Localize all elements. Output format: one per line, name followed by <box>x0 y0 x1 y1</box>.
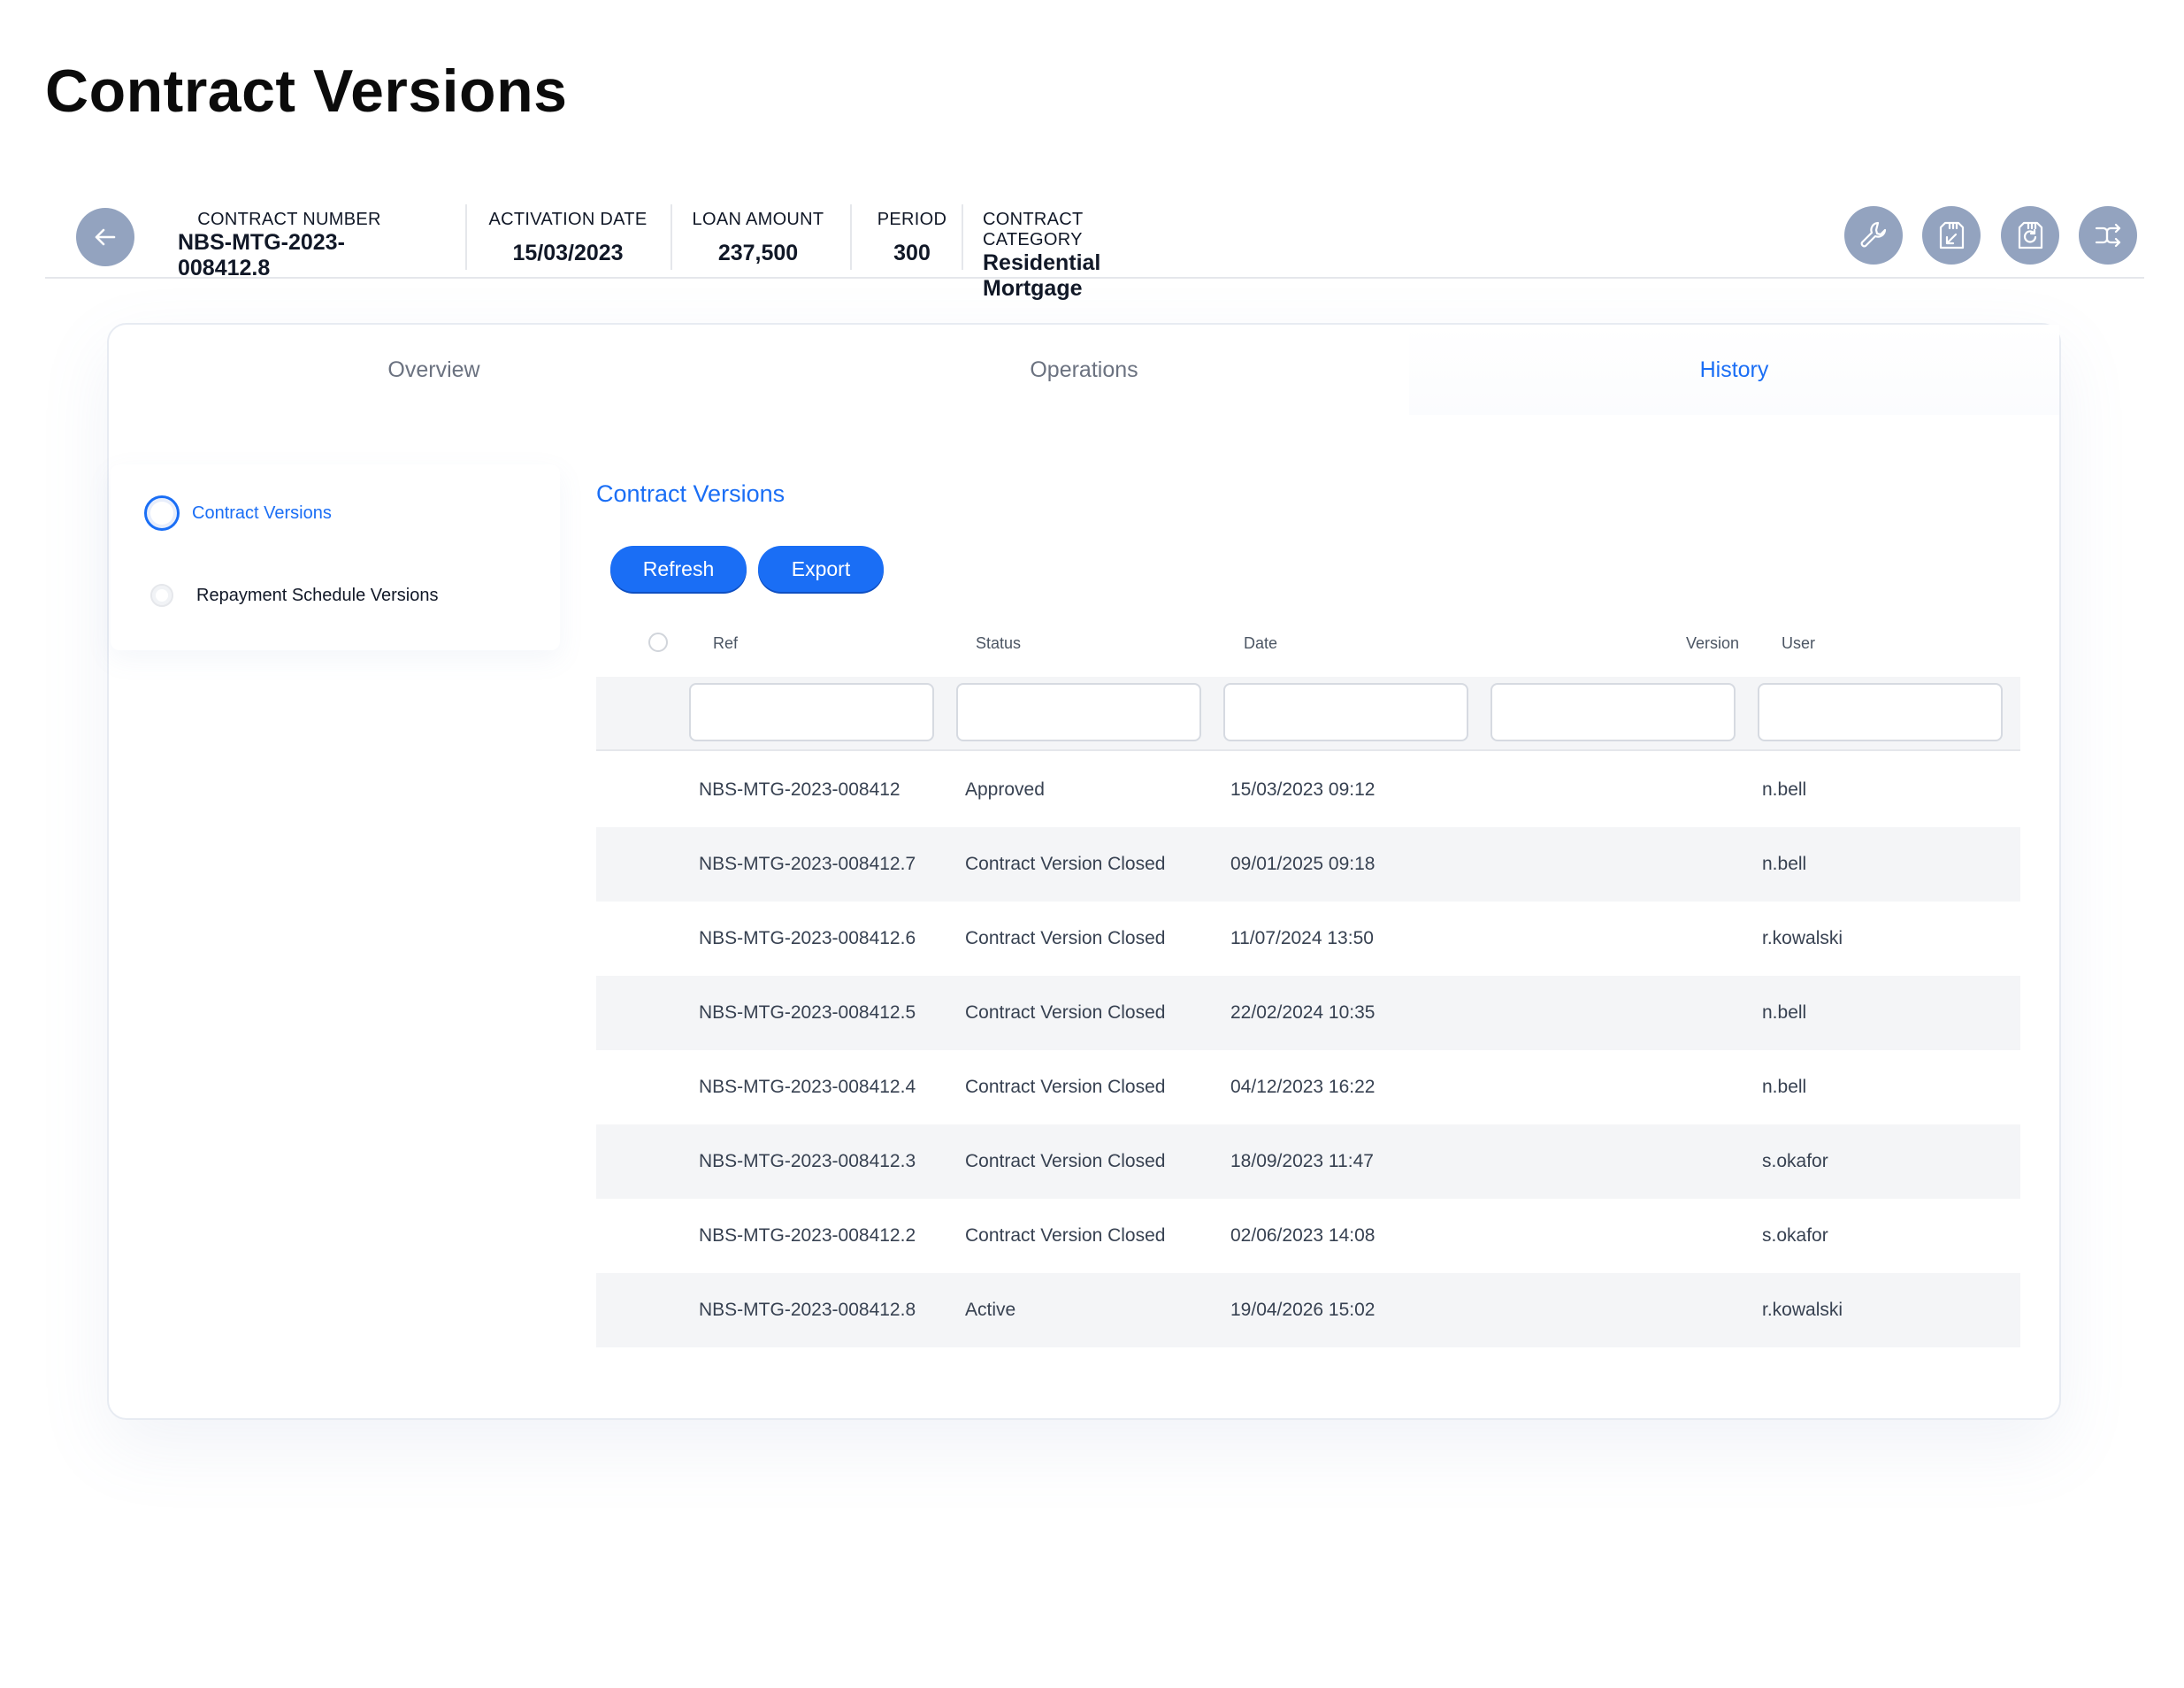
sync-button[interactable] <box>2001 206 2059 265</box>
activation-date-field: ACTIVATION DATE 15/03/2023 <box>484 204 652 270</box>
tab-history[interactable]: History <box>1409 325 2059 415</box>
cell-status: Contract Version Closed <box>965 928 1166 948</box>
header-divider <box>962 204 963 270</box>
sync-icon <box>2018 221 2043 249</box>
tab-operations[interactable]: Operations <box>759 325 1409 415</box>
merge-icon <box>2095 223 2121 248</box>
sidebar-item-repayment-schedule-versions[interactable]: Repayment Schedule Versions <box>144 584 439 607</box>
cell-status: Contract Version Closed <box>965 1151 1166 1171</box>
cell-user: n.bell <box>1762 1002 1807 1023</box>
contract-number-label: CONTRACT NUMBER <box>197 210 381 229</box>
radio-unselected[interactable] <box>150 584 173 607</box>
column-header-date[interactable]: Date <box>1244 634 1277 653</box>
back-button[interactable] <box>76 208 134 266</box>
cell-status: Active <box>965 1300 1016 1320</box>
cell-date: 19/04/2026 15:02 <box>1230 1300 1376 1320</box>
cell-date: 18/09/2023 11:47 <box>1230 1151 1374 1171</box>
table-row[interactable]: NBS-MTG-2023-008412.3 Contract Version Cl… <box>596 1124 2020 1199</box>
page-title: Contract Versions <box>45 58 568 125</box>
column-header-ref[interactable]: Ref <box>713 634 738 653</box>
table-row[interactable]: NBS-MTG-2023-008412.7 Contract Version Cl… <box>596 827 2020 902</box>
cell-date: 22/02/2024 10:35 <box>1230 1002 1376 1023</box>
export-button[interactable]: Export <box>758 546 884 592</box>
cell-ref: NBS-MTG-2023-008412.3 <box>699 1151 916 1171</box>
cell-user: s.okafor <box>1762 1151 1828 1171</box>
table-row[interactable]: NBS-MTG-2023-008412.5 Contract Version Cl… <box>596 976 2020 1050</box>
contract-number-field: CONTRACT NUMBER NBS-MTG-2023-008412.8 <box>178 204 401 280</box>
ref-filter-input[interactable] <box>689 683 934 741</box>
tab-overview[interactable]: Overview <box>109 325 759 415</box>
back-arrow-icon <box>95 228 116 246</box>
period-field: PERIOD 300 <box>868 204 956 270</box>
column-header-status[interactable]: Status <box>976 634 1021 653</box>
cell-user: r.kowalski <box>1762 1300 1843 1320</box>
sidebar-item-label: Contract Versions <box>192 503 332 523</box>
cell-ref: NBS-MTG-2023-008412 <box>699 779 900 800</box>
tab-bar: Overview Operations History <box>109 325 2059 415</box>
header-divider <box>850 204 852 270</box>
sidebar-item-label: Repayment Schedule Versions <box>196 585 439 605</box>
loan-amount-field: LOAN AMOUNT 237,500 <box>687 204 829 270</box>
activation-date-value: 15/03/2023 <box>512 241 624 265</box>
loan-amount-label: LOAN AMOUNT <box>692 210 824 229</box>
status-filter-input[interactable] <box>956 683 1201 741</box>
cell-status: Contract Version Closed <box>965 1077 1166 1097</box>
cell-ref: NBS-MTG-2023-008412.4 <box>699 1077 916 1097</box>
section-title: Contract Versions <box>596 480 785 507</box>
filter-row <box>596 677 2020 751</box>
main-card: Overview Operations History Contract Ver… <box>107 323 2061 1420</box>
cell-user: s.okafor <box>1762 1225 1828 1246</box>
settings-tool-button[interactable] <box>1844 206 1903 265</box>
table-row[interactable]: NBS-MTG-2023-008412.4 Contract Version Cl… <box>596 1050 2020 1124</box>
contract-category-label: CONTRACT CATEGORY <box>983 210 1084 249</box>
contract-header-bar: CONTRACT NUMBER NBS-MTG-2023-008412.8 AC… <box>45 199 2144 301</box>
period-value: 300 <box>893 241 931 265</box>
cell-date: 15/03/2023 09:12 <box>1230 779 1376 800</box>
sidebar-item-contract-versions[interactable]: Contract Versions <box>144 495 332 531</box>
cell-status: Contract Version Closed <box>965 1002 1166 1023</box>
column-header-version[interactable]: Version <box>1686 634 1739 653</box>
date-filter-input[interactable] <box>1223 683 1468 741</box>
cell-user: n.bell <box>1762 1077 1807 1097</box>
cell-date: 11/07/2024 13:50 <box>1230 928 1374 948</box>
contract-number-value: NBS-MTG-2023-008412.8 <box>178 230 345 280</box>
user-filter-input[interactable] <box>1758 683 2003 741</box>
table-row[interactable]: NBS-MTG-2023-008412.8 Active 19/04/2026 15… <box>596 1273 2020 1347</box>
header-divider <box>671 204 672 270</box>
table-row[interactable]: NBS-MTG-2023-008412 Approved 15/03/2023 09… <box>596 753 2020 827</box>
import-icon <box>1939 221 1965 249</box>
cell-user: n.bell <box>1762 779 1807 800</box>
cell-ref: NBS-MTG-2023-008412.5 <box>699 1002 916 1023</box>
merge-button[interactable] <box>2079 206 2137 265</box>
history-sidebar: Contract Versions Repayment Schedule Ver… <box>111 464 560 650</box>
cell-date: 02/06/2023 14:08 <box>1230 1225 1376 1246</box>
versions-table-body: NBS-MTG-2023-008412 Approved 15/03/2023 09… <box>596 753 2020 1347</box>
contract-category-value: Residential Mortgage <box>983 250 1101 301</box>
column-header-user[interactable]: User <box>1782 634 1815 653</box>
loan-amount-value: 237,500 <box>717 241 799 265</box>
cell-status: Contract Version Closed <box>965 1225 1166 1246</box>
wrench-icon <box>1860 221 1887 248</box>
cell-status: Contract Version Closed <box>965 854 1166 874</box>
contract-category-field: CONTRACT CATEGORY Residential Mortgage <box>983 204 1186 301</box>
header-divider <box>465 204 467 270</box>
cell-ref: NBS-MTG-2023-008412.7 <box>699 854 916 874</box>
cell-user: n.bell <box>1762 854 1807 874</box>
cell-ref: NBS-MTG-2023-008412.2 <box>699 1225 916 1246</box>
cell-user: r.kowalski <box>1762 928 1843 948</box>
activation-date-label: ACTIVATION DATE <box>488 210 648 229</box>
version-filter-input[interactable] <box>1490 683 1736 741</box>
import-button[interactable] <box>1922 206 1981 265</box>
cell-date: 09/01/2025 09:18 <box>1230 854 1376 874</box>
table-row[interactable]: NBS-MTG-2023-008412.6 Contract Version Cl… <box>596 902 2020 976</box>
cell-status: Approved <box>965 779 1045 800</box>
radio-selected[interactable] <box>144 495 180 531</box>
cell-ref: NBS-MTG-2023-008412.8 <box>699 1300 916 1320</box>
select-all-checkbox[interactable] <box>648 633 668 652</box>
refresh-button[interactable]: Refresh <box>610 546 747 592</box>
cell-ref: NBS-MTG-2023-008412.6 <box>699 928 916 948</box>
period-label: PERIOD <box>877 210 947 229</box>
cell-date: 04/12/2023 16:22 <box>1230 1077 1376 1097</box>
table-row[interactable]: NBS-MTG-2023-008412.2 Contract Version Cl… <box>596 1199 2020 1273</box>
